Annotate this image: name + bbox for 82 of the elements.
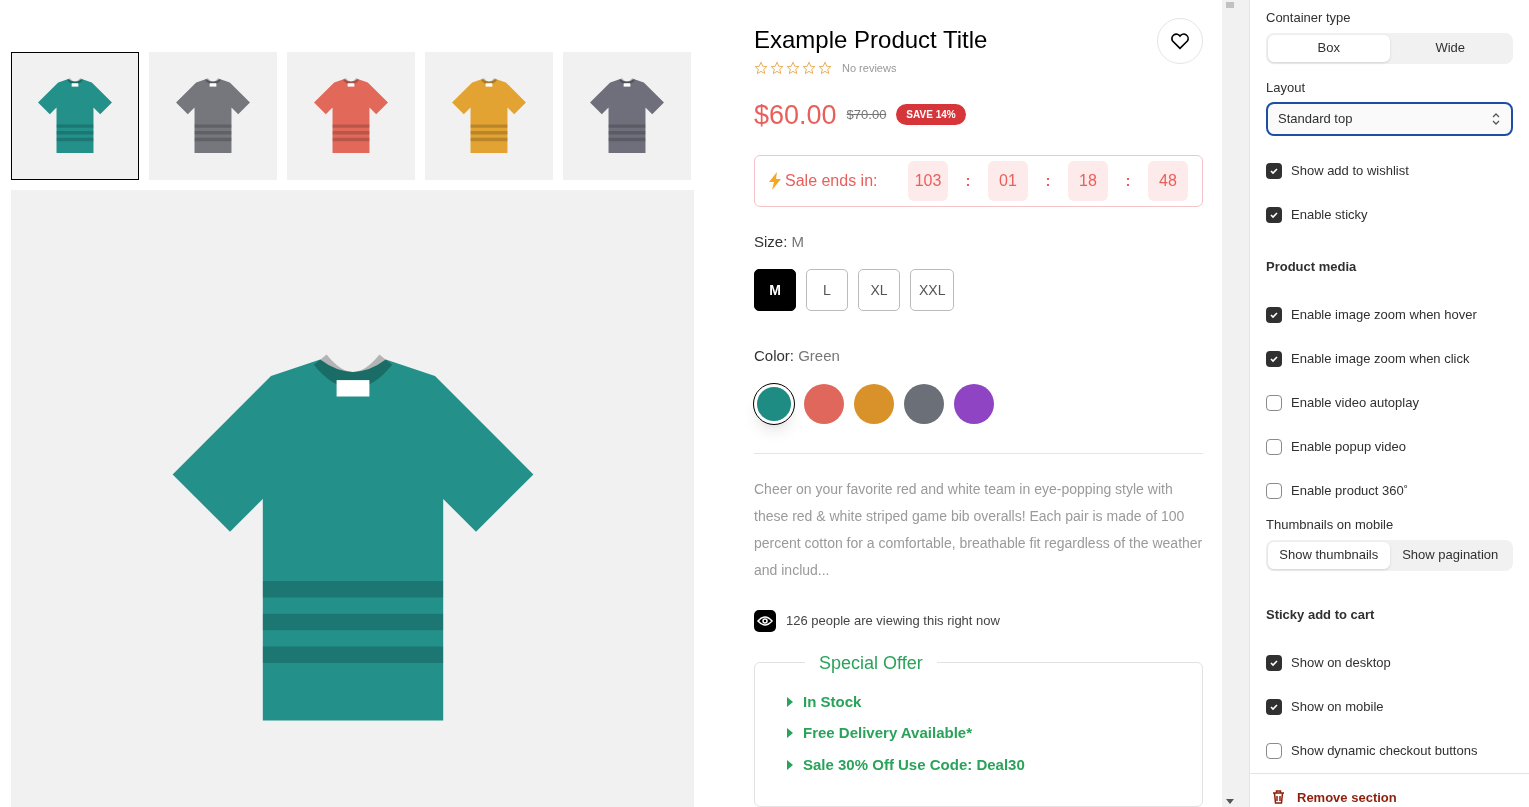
section-heading: Sticky add to cart: [1266, 605, 1376, 624]
setting-label: Layout: [1266, 78, 1307, 97]
checkbox[interactable]: [1266, 307, 1282, 323]
check-icon: [1269, 701, 1279, 712]
checkbox-label: Show dynamic checkout buttons: [1291, 741, 1478, 760]
triangle-icon: [787, 696, 793, 707]
discount-badge: SAVE 14%: [896, 104, 966, 126]
checkbox-label: Enable video autoplay: [1291, 394, 1419, 413]
product-title: Example Product Title: [754, 25, 988, 55]
check-icon: [1269, 166, 1279, 176]
check-icon: [1269, 210, 1279, 220]
review-count: No reviews: [842, 61, 897, 76]
chevron-up-down-icon: [1491, 112, 1501, 126]
checkbox[interactable]: [1266, 207, 1282, 223]
scrollbar[interactable]: [1222, 0, 1238, 807]
segment-option[interactable]: Box: [1268, 34, 1390, 62]
checkbox[interactable]: [1266, 395, 1282, 411]
checkbox[interactable]: [1266, 654, 1282, 671]
color-swatch[interactable]: [954, 383, 994, 424]
checkbox[interactable]: [1266, 698, 1282, 715]
checkbox-label: Show on mobile: [1291, 697, 1384, 716]
countdown-value: 01: [988, 160, 1028, 201]
checkbox-label: Enable popup video: [1291, 438, 1406, 457]
checkbox-label: Enable sticky: [1291, 206, 1368, 225]
size-option[interactable]: M: [754, 269, 796, 311]
checkbox[interactable]: [1266, 351, 1282, 367]
segment-option[interactable]: Show pagination: [1389, 541, 1511, 569]
countdown-separator: :: [1044, 170, 1052, 191]
checkbox[interactable]: [1266, 742, 1282, 759]
checkbox[interactable]: [1266, 439, 1282, 455]
segment-option[interactable]: Show thumbnails: [1268, 541, 1390, 569]
check-icon: [1269, 354, 1279, 364]
triangle-icon: [787, 759, 793, 770]
triangle-icon: [787, 728, 793, 739]
thumbnail[interactable]: [11, 52, 139, 180]
compare-price: $70.00: [846, 106, 887, 124]
countdown-value: 103: [908, 160, 948, 201]
scroll-down-icon[interactable]: [1226, 799, 1234, 805]
color-swatch[interactable]: [754, 383, 794, 424]
checkbox-label: Show add to wishlist: [1291, 162, 1409, 181]
checkbox-label: Show on desktop: [1291, 653, 1391, 672]
countdown-separator: :: [1124, 170, 1132, 191]
checkbox-label: Enable image zoom when hover: [1291, 306, 1477, 325]
trash-icon: [1272, 790, 1285, 805]
checkbox-label: Enable image zoom when click: [1291, 350, 1470, 369]
countdown-separator: :: [964, 170, 972, 191]
thumbnail[interactable]: [149, 52, 277, 180]
countdown-label: Sale ends in:: [785, 170, 878, 191]
size-option[interactable]: XL: [858, 269, 900, 311]
thumbnail[interactable]: [563, 52, 691, 180]
sale-price: $60.00: [754, 98, 837, 132]
viewer-count: 126 people are viewing this right now: [786, 611, 1000, 630]
color-swatch[interactable]: [804, 383, 844, 424]
countdown-value: 18: [1068, 160, 1108, 201]
remove-section-button[interactable]: Remove section: [1272, 787, 1397, 807]
thumbnail[interactable]: [425, 52, 553, 180]
thumbnail[interactable]: [287, 52, 415, 180]
countdown-value: 48: [1148, 160, 1188, 201]
eye-icon: [754, 609, 776, 632]
layout-select[interactable]: Standard top: [1266, 102, 1513, 136]
checkbox[interactable]: [1266, 163, 1282, 179]
check-icon: [1269, 657, 1279, 668]
checkbox-label: Enable product 360˚: [1291, 482, 1409, 501]
color-label: Color: Green: [754, 346, 841, 366]
setting-label: Thumbnails on mobile: [1266, 516, 1395, 534]
color-swatch[interactable]: [854, 383, 894, 424]
offer-item: Sale 30% Off Use Code: Deal30: [803, 754, 1025, 775]
segment-option[interactable]: Wide: [1389, 34, 1511, 62]
size-option[interactable]: XXL: [910, 269, 955, 311]
section-heading: Product media: [1266, 258, 1358, 277]
offer-item: Free Delivery Available*: [803, 723, 972, 743]
product-description: Cheer on your favorite red and white team in eye-popping style with these red & white striped game bib overalls! Each pair is made of 100 percent cotton for a comfortable, breathable fit regardless of the weather and includ...: [754, 479, 1203, 580]
scroll-thumb[interactable]: [1226, 2, 1234, 8]
offer-item: In Stock: [803, 691, 862, 712]
checkbox[interactable]: [1266, 483, 1282, 499]
size-option[interactable]: L: [806, 269, 848, 311]
size-label: Size: M: [754, 231, 805, 252]
setting-label: Container type: [1266, 9, 1352, 27]
color-swatch[interactable]: [904, 383, 944, 424]
check-icon: [1269, 310, 1279, 320]
lightning-icon: [769, 171, 781, 190]
heart-icon: [1170, 32, 1190, 50]
